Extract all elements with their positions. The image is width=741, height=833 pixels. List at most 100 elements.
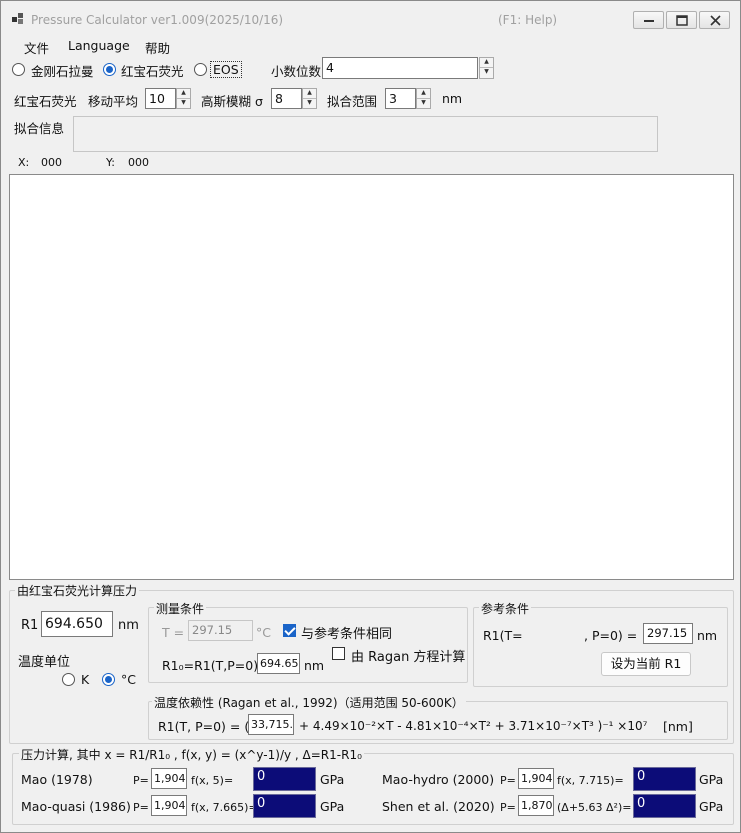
pressure-row-name: Shen et al. (2020) xyxy=(382,799,495,814)
r10-input[interactable]: 694.650 xyxy=(257,653,300,674)
menu-help[interactable]: 帮助 xyxy=(145,38,170,57)
temp-dep-formula: + 4.49×10⁻²×T - 4.81×10⁻⁴×T² + 3.71×10⁻⁷… xyxy=(299,719,648,733)
ref-r1t-label: R1(T= xyxy=(483,628,523,643)
r1-input[interactable]: 694.650 xyxy=(41,611,113,637)
ref-p0-label: , P=0) = xyxy=(584,628,638,643)
measure-group-title: 测量条件 xyxy=(154,600,207,617)
pressure-unit: GPa xyxy=(699,772,724,787)
gauss-label: 高斯模糊 σ xyxy=(201,94,263,109)
r1-unit: nm xyxy=(118,618,139,633)
moving-avg-label: 移动平均 xyxy=(88,94,139,109)
pressure-func-label: f(x, 7.665)= xyxy=(191,801,258,814)
cursor-y-value: 000 xyxy=(128,156,149,169)
cursor-x-value: 000 xyxy=(41,156,62,169)
radio-eos[interactable] xyxy=(194,63,207,76)
app-icon xyxy=(12,13,26,25)
fit-range-unit: nm xyxy=(442,91,463,106)
moving-avg-stepper[interactable]: ▲ ▼ xyxy=(176,88,191,109)
spectrum-plot-area[interactable] xyxy=(9,174,734,580)
temp-dep-title: 温度依赖性 (Ragan et al., 1992)（适用范围 50-600K） xyxy=(152,694,466,711)
measure-t-input: 297.15 xyxy=(188,620,253,641)
radio-kelvin[interactable] xyxy=(62,673,75,686)
pressure-group-title: 压力计算, 其中 x = R1/R1₀ , f(x, y) = (x^y-1)/… xyxy=(19,746,364,763)
app-window: Pressure Calculator ver1.009(2025/10/16)… xyxy=(0,0,741,833)
r10-label: R1₀=R1(T,P=0) xyxy=(162,658,259,673)
decimals-input[interactable]: 4 xyxy=(322,57,478,79)
pressure-row-name: Mao (1978) xyxy=(21,772,93,787)
chevron-down-icon[interactable]: ▼ xyxy=(303,99,316,109)
fit-range-stepper[interactable]: ▲ ▼ xyxy=(416,88,431,109)
chevron-down-icon[interactable]: ▼ xyxy=(417,99,430,109)
fit-range-label: 拟合范围 xyxy=(327,94,378,109)
radio-ruby-fluorescence[interactable] xyxy=(103,63,116,76)
menu-language[interactable]: Language xyxy=(68,38,130,53)
pressure-result: 0 xyxy=(253,794,316,818)
pressure-func-label: f(x, 7.715)= xyxy=(557,774,624,787)
ragan-label: 由 Ragan 方程计算 xyxy=(351,650,466,665)
ragan-checkbox[interactable] xyxy=(332,647,345,660)
decimals-label: 小数位数 xyxy=(271,64,322,79)
pressure-p-label: P= xyxy=(500,774,516,787)
temp-dep-prefix: R1(T, P=0) = ( xyxy=(158,719,250,734)
chevron-up-icon[interactable]: ▲ xyxy=(417,89,430,99)
temp-unit-label: 温度单位 xyxy=(18,655,71,670)
help-hint: (F1: Help) xyxy=(498,13,558,27)
pressure-func-label: (Δ+5.63 Δ²)= xyxy=(557,801,632,814)
moving-avg-input[interactable]: 10 xyxy=(145,88,176,109)
measure-t-label: T = xyxy=(162,625,185,640)
maximize-button[interactable] xyxy=(666,11,697,29)
gauss-input[interactable]: 8 xyxy=(271,88,302,109)
decimals-stepper[interactable]: ▲ ▼ xyxy=(479,57,494,79)
pressure-group xyxy=(12,753,734,825)
ref-unit: nm xyxy=(697,628,718,643)
chevron-up-icon[interactable]: ▲ xyxy=(303,89,316,99)
pressure-result: 0 xyxy=(253,767,316,791)
reference-group-title: 参考条件 xyxy=(479,600,532,617)
radio-kelvin-label: K xyxy=(81,672,90,687)
same-as-ref-label: 与参考条件相同 xyxy=(301,627,393,642)
radio-ruby-fluorescence-label: 红宝石荧光 xyxy=(121,64,184,79)
cursor-y-label: Y: xyxy=(106,156,115,169)
fit-range-input[interactable]: 3 xyxy=(385,88,416,109)
pressure-row-name: Mao-quasi (1986) xyxy=(21,799,131,814)
pressure-unit: GPa xyxy=(699,799,724,814)
chevron-down-icon[interactable]: ▼ xyxy=(480,68,493,78)
pressure-coef-input[interactable]: 1,870 xyxy=(518,795,554,816)
radio-eos-label: EOS xyxy=(210,61,242,78)
ruby-pressure-group-title: 由红宝石荧光计算压力 xyxy=(15,582,140,599)
pressure-result: 0 xyxy=(633,794,696,818)
gauss-stepper[interactable]: ▲ ▼ xyxy=(302,88,317,109)
temp-dep-coef-input[interactable]: 33,715.0 xyxy=(248,714,294,735)
pressure-coef-input[interactable]: 1,904 xyxy=(151,795,187,816)
fit-info-label: 拟合信息 xyxy=(14,121,65,136)
window-title: Pressure Calculator ver1.009(2025/10/16) xyxy=(31,13,284,27)
r10-unit: nm xyxy=(304,658,325,673)
radio-diamond-raman-label: 金刚石拉曼 xyxy=(31,64,94,79)
pressure-p-label: P= xyxy=(133,801,149,814)
pressure-p-label: P= xyxy=(133,774,149,787)
measure-t-unit: °C xyxy=(256,625,271,640)
pressure-unit: GPa xyxy=(320,772,345,787)
ruby-section-label: 红宝石荧光 xyxy=(14,94,77,109)
pressure-func-label: f(x, 5)= xyxy=(191,774,234,787)
pressure-coef-input[interactable]: 1,904 xyxy=(518,768,554,789)
temp-dep-unit: [nm] xyxy=(663,719,693,734)
radio-diamond-raman[interactable] xyxy=(12,63,25,76)
minimize-button[interactable] xyxy=(633,11,664,29)
menu-file[interactable]: 文件 xyxy=(24,38,49,57)
same-as-ref-checkbox[interactable] xyxy=(283,624,296,637)
pressure-coef-input[interactable]: 1,904 xyxy=(151,768,187,789)
pressure-result: 0 xyxy=(633,767,696,791)
radio-celsius-label: °C xyxy=(121,672,136,687)
chevron-up-icon[interactable]: ▲ xyxy=(177,89,190,99)
chevron-up-icon[interactable]: ▲ xyxy=(480,58,493,68)
pressure-p-label: P= xyxy=(500,801,516,814)
pressure-row-name: Mao-hydro (2000) xyxy=(382,772,495,787)
radio-celsius[interactable] xyxy=(102,673,115,686)
close-button[interactable] xyxy=(699,11,730,29)
ref-r1-input[interactable]: 297.15 xyxy=(643,623,693,644)
set-current-r1-button[interactable]: 设为当前 R1 xyxy=(601,652,691,676)
title-bar: Pressure Calculator ver1.009(2025/10/16)… xyxy=(1,1,740,33)
chevron-down-icon[interactable]: ▼ xyxy=(177,99,190,109)
pressure-unit: GPa xyxy=(320,799,345,814)
